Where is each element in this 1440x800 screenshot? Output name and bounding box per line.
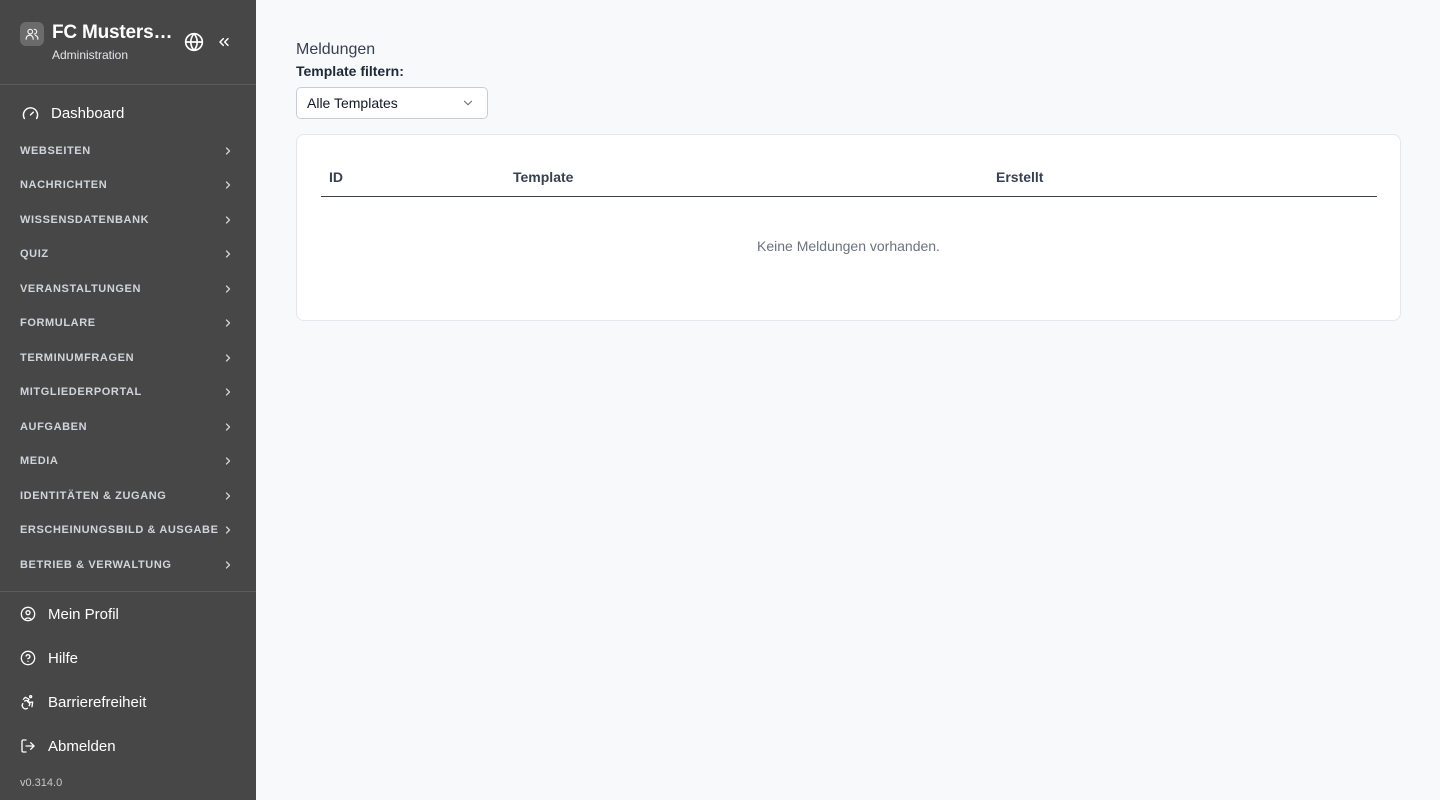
chevron-right-icon: [225, 423, 231, 431]
language-button[interactable]: [183, 31, 205, 53]
sidebar-group-label: FORMULARE: [20, 317, 96, 329]
sidebar-item-label: Barrierefreiheit: [48, 693, 147, 711]
sidebar-divider: [0, 591, 256, 592]
users-icon: [25, 28, 39, 40]
sidebar-item-label: Abmelden: [48, 737, 116, 755]
globe-icon: [184, 32, 204, 52]
sidebar-group-label: QUIZ: [20, 248, 49, 260]
sidebar-group-wissensdatenbank[interactable]: WISSENSDATENBANK: [0, 205, 256, 235]
chevrons-left-icon: [219, 37, 229, 47]
chevron-right-icon: [225, 181, 231, 189]
app-version: v0.314.0: [20, 777, 63, 789]
chevron-right-icon: [225, 147, 231, 155]
sidebar-group-terminumfragen[interactable]: TERMINUMFRAGEN: [0, 343, 256, 373]
column-header-id[interactable]: ID: [329, 169, 343, 185]
chevron-right-icon: [225, 354, 231, 362]
sidebar-group-quiz[interactable]: QUIZ: [0, 239, 256, 269]
chevron-right-icon: [225, 285, 231, 293]
sidebar-item-barrierefreiheit[interactable]: Barrierefreiheit: [0, 685, 256, 719]
sidebar-group-media[interactable]: MEDIA: [0, 446, 256, 476]
logout-icon: [21, 739, 35, 753]
sidebar-group-webseiten[interactable]: WEBSEITEN: [0, 136, 256, 166]
column-header-erstellt[interactable]: Erstellt: [996, 169, 1043, 185]
page-title: Meldungen: [296, 41, 376, 58]
empty-state-message: Keine Meldungen vorhanden.: [757, 238, 940, 254]
sidebar-group-label: MITGLIEDERPORTAL: [20, 386, 142, 398]
main-content: Meldungen Template filtern: Alle Templat…: [256, 0, 1440, 800]
sidebar-header: FC Musterstadt Administration: [0, 0, 256, 85]
sidebar-item-mein-profil[interactable]: Mein Profil: [0, 597, 256, 631]
sidebar-group-label: ERSCHEINUNGSBILD & AUSGABE: [20, 524, 219, 536]
chevron-right-icon: [225, 526, 231, 534]
sidebar-item-label: Mein Profil: [48, 605, 119, 623]
column-header-template[interactable]: Template: [513, 169, 573, 185]
sidebar-item-dashboard[interactable]: Dashboard: [0, 96, 256, 130]
chevron-right-icon: [225, 388, 231, 396]
chevron-right-icon: [225, 250, 231, 258]
organization-subtitle: Administration: [52, 48, 129, 62]
sidebar-group-betrieb-verwaltung[interactable]: BETRIEB & VERWALTUNG: [0, 550, 256, 580]
sidebar-item-abmelden[interactable]: Abmelden: [0, 729, 256, 763]
chevron-right-icon: [225, 216, 231, 224]
table-header: ID Template Erstellt: [321, 159, 1377, 197]
sidebar-group-erscheinungsbild-ausgabe[interactable]: ERSCHEINUNGSBILD & AUSGABE: [0, 515, 256, 545]
sidebar-group-label: WEBSEITEN: [20, 145, 91, 157]
collapse-sidebar-button[interactable]: [214, 31, 234, 53]
sidebar-group-label: VERANSTALTUNGEN: [20, 283, 142, 295]
sidebar-group-label: MEDIA: [20, 455, 59, 467]
sidebar-group-veranstaltungen[interactable]: VERANSTALTUNGEN: [0, 274, 256, 304]
sidebar: FC Musterstadt Administration Dashboard …: [0, 0, 256, 800]
template-filter-label: Template filtern:: [296, 63, 404, 79]
sidebar-item-label: Hilfe: [48, 649, 79, 667]
sidebar-group-label: WISSENSDATENBANK: [20, 214, 150, 226]
sidebar-group-label: NACHRICHTEN: [20, 179, 108, 191]
sidebar-group-formulare[interactable]: FORMULARE: [0, 308, 256, 338]
chevron-down-icon: [463, 100, 473, 106]
user-circle-icon: [20, 606, 36, 622]
reports-table-card: ID Template Erstellt Keine Meldungen vor…: [296, 134, 1401, 321]
sidebar-item-hilfe[interactable]: Hilfe: [0, 641, 256, 675]
chevron-right-icon: [225, 319, 231, 327]
sidebar-group-label: TERMINUMFRAGEN: [20, 352, 135, 364]
chevron-right-icon: [225, 457, 231, 465]
organization-name: FC Musterstadt: [52, 22, 178, 43]
template-filter-select[interactable]: Alle Templates: [296, 87, 488, 119]
template-filter-value: Alle Templates: [307, 95, 398, 111]
sidebar-group-mitgliederportal[interactable]: MITGLIEDERPORTAL: [0, 377, 256, 407]
sidebar-group-aufgaben[interactable]: AUFGABEN: [0, 412, 256, 442]
chevron-right-icon: [225, 561, 231, 569]
help-circle-icon: [20, 650, 36, 666]
sidebar-group-label: AUFGABEN: [20, 421, 88, 433]
accessibility-icon: [21, 695, 34, 710]
sidebar-group-label: IDENTITÄTEN & ZUGANG: [20, 490, 167, 502]
organization-avatar: [20, 22, 44, 46]
sidebar-group-label: BETRIEB & VERWALTUNG: [20, 559, 172, 571]
chevron-right-icon: [225, 492, 231, 500]
sidebar-item-dashboard-label: Dashboard: [51, 104, 125, 122]
sidebar-group-nachrichten[interactable]: NACHRICHTEN: [0, 170, 256, 200]
sidebar-group-identitaeten-zugang[interactable]: IDENTITÄTEN & ZUGANG: [0, 481, 256, 511]
gauge-icon: [22, 106, 39, 119]
